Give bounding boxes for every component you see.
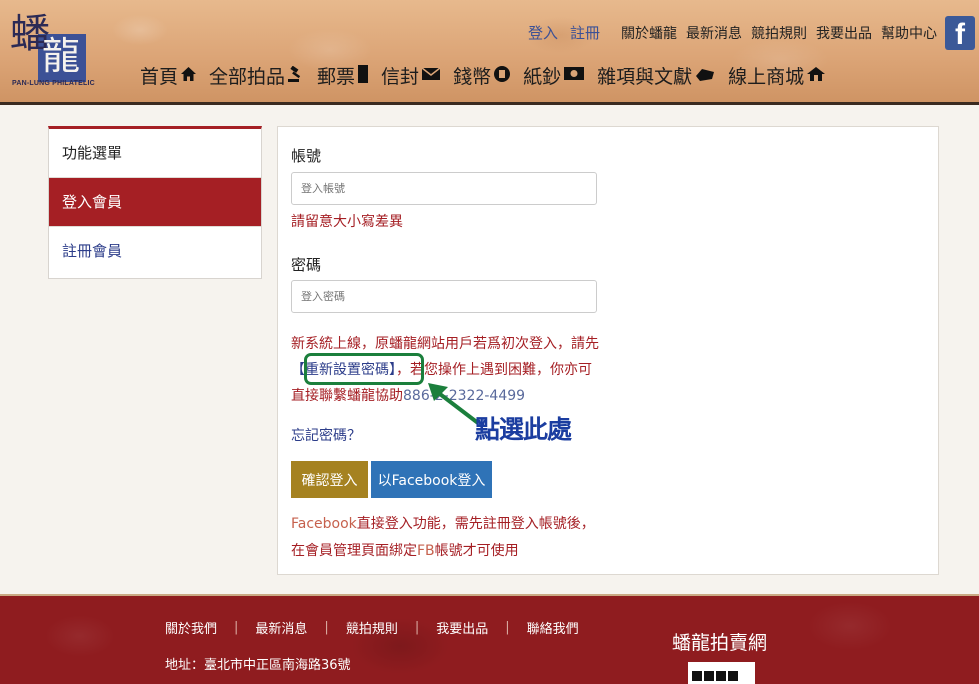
nav-stamps[interactable]: 郵票 (317, 62, 369, 89)
nav-all-lots[interactable]: 全部拍品 (209, 62, 305, 89)
notice-text-1: 新系統上線，原蟠龍網站用戶若爲初次登入，請先 (291, 336, 599, 352)
fb-note-text-3: 帳號才可使用 (434, 543, 519, 559)
top-link-consign[interactable]: 我要出品 (816, 23, 872, 43)
footer-links: 關於我們 | 最新消息 | 競拍規則 | 我要出品 | 聯絡我們 (165, 618, 579, 637)
nav-label: 線上商城 (728, 66, 805, 88)
password-label: 密碼 (291, 256, 322, 274)
nav-label: 郵票 (317, 66, 356, 88)
nav-home[interactable]: 首頁 (140, 62, 197, 89)
account-label: 帳號 (291, 147, 322, 165)
footer-brand: 蟠龍拍賣網 (672, 632, 768, 654)
top-link-about[interactable]: 關於蟠龍 (621, 23, 677, 43)
main-nav: 首頁 全部拍品 郵票 信封 錢幣 紙鈔 雜項與文獻 線上商城 (140, 62, 838, 89)
footer-link-contact[interactable]: 聯絡我們 (527, 618, 579, 637)
register-link[interactable]: 註冊 (570, 22, 600, 43)
login-panel: 帳號 請留意大小寫差異 密碼 新系統上線，原蟠龍網站用戶若爲初次登入，請先【重新… (277, 126, 939, 575)
nav-label: 錢幣 (453, 66, 492, 88)
site-footer: 關於我們 | 最新消息 | 競拍規則 | 我要出品 | 聯絡我們 地址：臺北市中… (0, 594, 979, 684)
nav-label: 全部拍品 (209, 66, 286, 88)
top-link-help[interactable]: 幫助中心 (881, 23, 937, 43)
facebook-login-button[interactable]: 以Facebook登入 (371, 461, 492, 498)
footer-link-consign[interactable]: 我要出品 (436, 618, 488, 637)
coin-icon (493, 65, 511, 87)
site-header: 蟠 龍 PAN-LUNG PHILATELIC 登入 註冊 關於蟠龍 最新消息 … (0, 0, 979, 105)
footer-separator: | (414, 620, 420, 635)
case-sensitivity-hint: 請留意大小寫差異 (291, 214, 403, 230)
footer-separator: | (234, 620, 239, 635)
password-input[interactable] (291, 280, 597, 313)
top-link-news[interactable]: 最新消息 (686, 23, 742, 43)
facebook-login-note: Facebook直接登入功能，需先註冊登入帳號後， 在會員管理頁面綁定FB帳號才可… (291, 511, 621, 565)
nav-misc[interactable]: 雜項與文獻 (597, 62, 716, 89)
confirm-login-button[interactable]: 確認登入 (291, 461, 368, 498)
home-icon (180, 66, 197, 86)
qr-code-icon (688, 662, 755, 684)
logo-char-2: 龍 (42, 34, 81, 78)
banknote-icon (563, 66, 585, 85)
store-icon (806, 66, 826, 86)
nav-label: 首頁 (140, 66, 179, 88)
envelope-icon (421, 66, 441, 85)
misc-icon (694, 66, 716, 86)
top-link-rules[interactable]: 競拍規則 (751, 23, 807, 43)
nav-label: 信封 (381, 66, 420, 88)
nav-covers[interactable]: 信封 (381, 62, 441, 89)
forgot-password-link[interactable]: 忘記密碼？ (291, 425, 361, 445)
footer-address: 地址：臺北市中正區南海路36號 (165, 658, 351, 673)
fb-note-text-1: 直接登入功能，需先註冊登入帳號後， (356, 516, 595, 532)
footer-link-rules[interactable]: 競拍規則 (346, 618, 398, 637)
gavel-icon (287, 65, 305, 86)
footer-link-news[interactable]: 最新消息 (255, 618, 307, 637)
account-input[interactable] (291, 172, 597, 205)
nav-label: 紙鈔 (523, 66, 562, 88)
nav-store[interactable]: 線上商城 (728, 62, 826, 89)
site-logo[interactable]: 蟠 龍 PAN-LUNG PHILATELIC (10, 12, 95, 92)
annotation-click-here: 點選此處 (475, 415, 572, 444)
stamp-icon (357, 64, 369, 88)
footer-separator: | (324, 620, 329, 635)
fb-note-fb: FB (417, 543, 435, 559)
nav-banknotes[interactable]: 紙鈔 (523, 62, 585, 89)
annotation-highlight-box (304, 353, 424, 385)
nav-label: 雜項與文獻 (597, 66, 693, 88)
footer-separator: | (505, 620, 510, 635)
fb-note-facebook: Facebook (291, 516, 357, 532)
function-menu-title: 功能選單 (49, 129, 261, 178)
facebook-icon[interactable]: f (945, 16, 975, 51)
nav-coins[interactable]: 錢幣 (453, 62, 511, 89)
function-menu: 功能選單 登入會員 註冊會員 (48, 126, 262, 279)
sidebar-item-register[interactable]: 註冊會員 (49, 227, 261, 276)
fb-note-text-2: 在會員管理頁面綁定 (291, 543, 417, 559)
sidebar-item-login[interactable]: 登入會員 (49, 178, 261, 227)
footer-link-about[interactable]: 關於我們 (165, 618, 217, 637)
logo-english-name: PAN-LUNG PHILATELIC (12, 80, 95, 87)
login-link[interactable]: 登入 (528, 22, 558, 43)
top-links: 登入 註冊 關於蟠龍 最新消息 競拍規則 我要出品 幫助中心 (528, 22, 937, 43)
annotation-arrow-icon (428, 383, 480, 425)
